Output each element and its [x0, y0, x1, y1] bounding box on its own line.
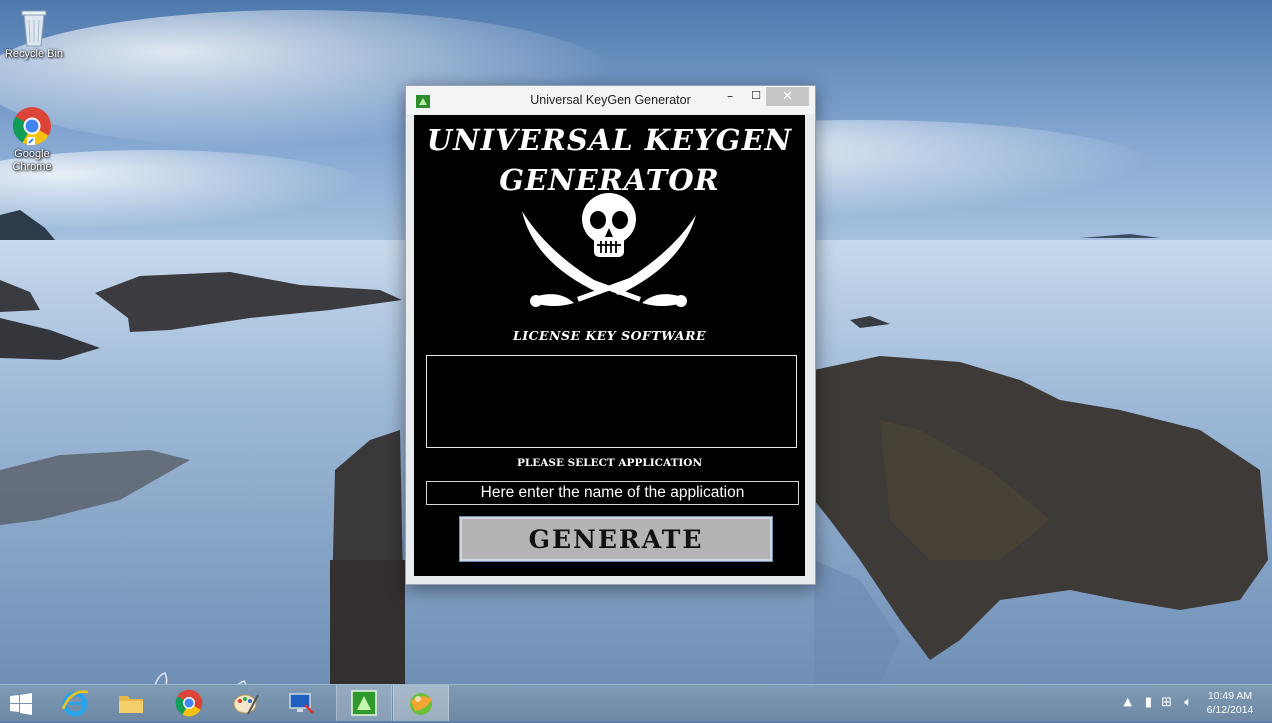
desktop-icon-label: Google Chrome	[12, 148, 52, 173]
system-clock[interactable]: 10:49 AM 6/12/2014	[1200, 689, 1260, 717]
clock-time: 10:49 AM	[1207, 690, 1253, 702]
orb-app-icon	[407, 689, 435, 717]
maximize-button[interactable]: ☐	[746, 89, 766, 111]
paint-icon	[231, 689, 259, 717]
taskbar-remote-desktop[interactable]	[274, 685, 328, 721]
close-button[interactable]: ✕	[766, 87, 809, 106]
header-line-1: UNIVERSAL KEYGEN	[426, 123, 793, 157]
remote-desktop-icon	[287, 689, 315, 717]
taskbar: ▲ ▮ ⊞ 🔈︎ 10:49 AM 6/12/2014	[0, 684, 1272, 721]
keygen-window: Universal KeyGen Generator – ☐ ✕ UNIVERS…	[405, 85, 816, 585]
minimize-button[interactable]: –	[720, 89, 740, 111]
chrome-icon	[175, 689, 203, 717]
taskbar-keygen-app[interactable]	[336, 685, 392, 721]
start-button[interactable]	[0, 685, 44, 721]
taskbar-file-explorer[interactable]	[104, 685, 158, 721]
network-icon[interactable]: ⊞	[1161, 695, 1172, 710]
app-header-title: UNIVERSAL KEYGEN GENERATOR	[414, 120, 805, 200]
taskbar-chrome[interactable]	[162, 685, 216, 721]
keygen-panel: UNIVERSAL KEYGEN GENERATOR LICENSE KEY S…	[414, 115, 805, 576]
desktop-icon-recycle-bin[interactable]: Recycle Bin	[0, 6, 70, 61]
window-titlebar[interactable]: Universal KeyGen Generator – ☐ ✕	[406, 86, 815, 114]
keygen-app-icon	[350, 689, 378, 717]
battery-icon[interactable]: ▮	[1145, 695, 1152, 710]
desktop-icon-google-chrome[interactable]: Google Chrome	[0, 106, 68, 174]
file-explorer-icon	[117, 689, 145, 717]
taskbar-internet-explorer[interactable]	[48, 685, 102, 721]
application-name-input[interactable]	[426, 481, 799, 505]
recycle-bin-icon	[14, 6, 54, 47]
select-application-label: PLEASE SELECT APPLICATION	[516, 457, 703, 469]
desktop-icon-label: Recycle Bin	[4, 48, 64, 60]
taskbar-orb-app[interactable]	[393, 685, 449, 721]
app-subtitle: LICENSE KEY SOFTWARE	[512, 328, 707, 343]
chrome-icon	[12, 106, 52, 146]
windows-start-icon	[10, 693, 38, 721]
internet-explorer-icon	[61, 689, 89, 717]
volume-icon[interactable]: 🔈︎	[1184, 695, 1192, 710]
skull-crossed-swords-logo	[514, 193, 704, 329]
generate-button[interactable]: GENERATE	[459, 516, 773, 562]
show-hidden-icons-button[interactable]: ▲	[1124, 695, 1132, 708]
taskbar-paint[interactable]	[218, 685, 272, 721]
clock-date: 6/12/2014	[1206, 704, 1254, 716]
license-key-output[interactable]	[426, 355, 797, 448]
